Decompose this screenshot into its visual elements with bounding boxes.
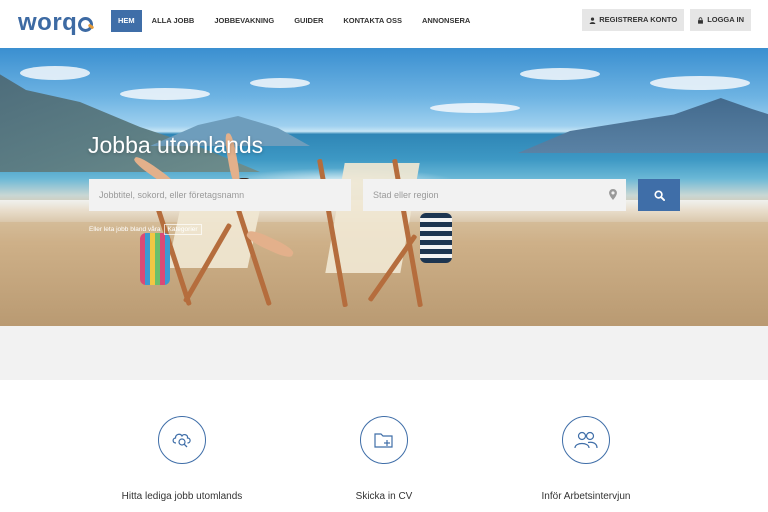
people-icon [574,431,598,449]
hint-text: Eller leta jobb bland våra [89,226,161,233]
cloud-search-icon [172,433,191,448]
beach-bag-striped [420,213,452,263]
login-button[interactable]: LOGGA IN [690,9,751,31]
hero-banner: Jobba utomlands Eller leta jobb bland vå… [0,48,768,326]
lock-icon [698,16,704,24]
nav-item-kontakta-oss[interactable]: KONTAKTA OSS [333,10,412,32]
feature-interview[interactable]: Inför Arbetsintervjun [486,416,686,502]
map-pin-icon [609,189,617,200]
nav-item-annonsera[interactable]: ANNONSERA [412,10,480,32]
logo-text: worq [18,9,78,36]
cloud [650,76,750,90]
register-button[interactable]: REGISTRERA KONTO [582,9,685,31]
auth-buttons: REGISTRERA KONTO LOGGA IN [582,9,751,31]
nav-item-alla-jobb[interactable]: ALLA JOBB [142,10,205,32]
location-search-input[interactable] [363,179,626,211]
mountain-right [518,98,768,153]
feature-label: Hitta lediga jobb utomlands [121,491,243,502]
cloud [250,78,310,88]
user-icon [589,16,596,24]
location-search-field [363,179,626,211]
nav-item-hem[interactable]: HEM [111,10,142,32]
feature-find-jobs[interactable]: Hitta lediga jobb utomlands [82,416,282,502]
cloud [20,66,90,80]
nav-item-guider[interactable]: GUIDER [284,10,333,32]
hero-title: Jobba utomlands [88,132,264,158]
feature-label: Skicka in CV [355,491,413,502]
search-button[interactable] [638,179,680,211]
cloud [430,103,520,113]
feature-icon-circle [360,416,408,464]
job-search-input[interactable] [89,179,351,211]
search-icon [653,189,665,201]
feature-icon-circle [158,416,206,464]
category-hint: Eller leta jobb bland våra Kategorier [89,224,202,235]
categories-link[interactable]: Kategorier [163,224,202,235]
feature-send-cv[interactable]: Skicka in CV [284,416,484,502]
register-label: REGISTRERA KONTO [599,15,678,24]
feature-icon-circle [562,416,610,464]
worqo-logo[interactable]: worq [18,9,94,37]
folder-add-icon [374,433,393,448]
login-label: LOGGA IN [707,15,744,24]
beach-bag-colorful [140,233,170,285]
nav-item-jobbevakning[interactable]: JOBBEVAKNING [204,10,284,32]
site-header: worq HEM ALLA JOBB JOBBEVAKNING GUIDER K… [0,0,768,48]
grey-band [0,326,768,380]
cloud [120,88,210,100]
main-nav: HEM ALLA JOBB JOBBEVAKNING GUIDER KONTAK… [111,10,480,32]
cloud [520,68,600,80]
logo-o-icon [78,16,94,32]
feature-label: Inför Arbetsintervjun [541,491,631,502]
